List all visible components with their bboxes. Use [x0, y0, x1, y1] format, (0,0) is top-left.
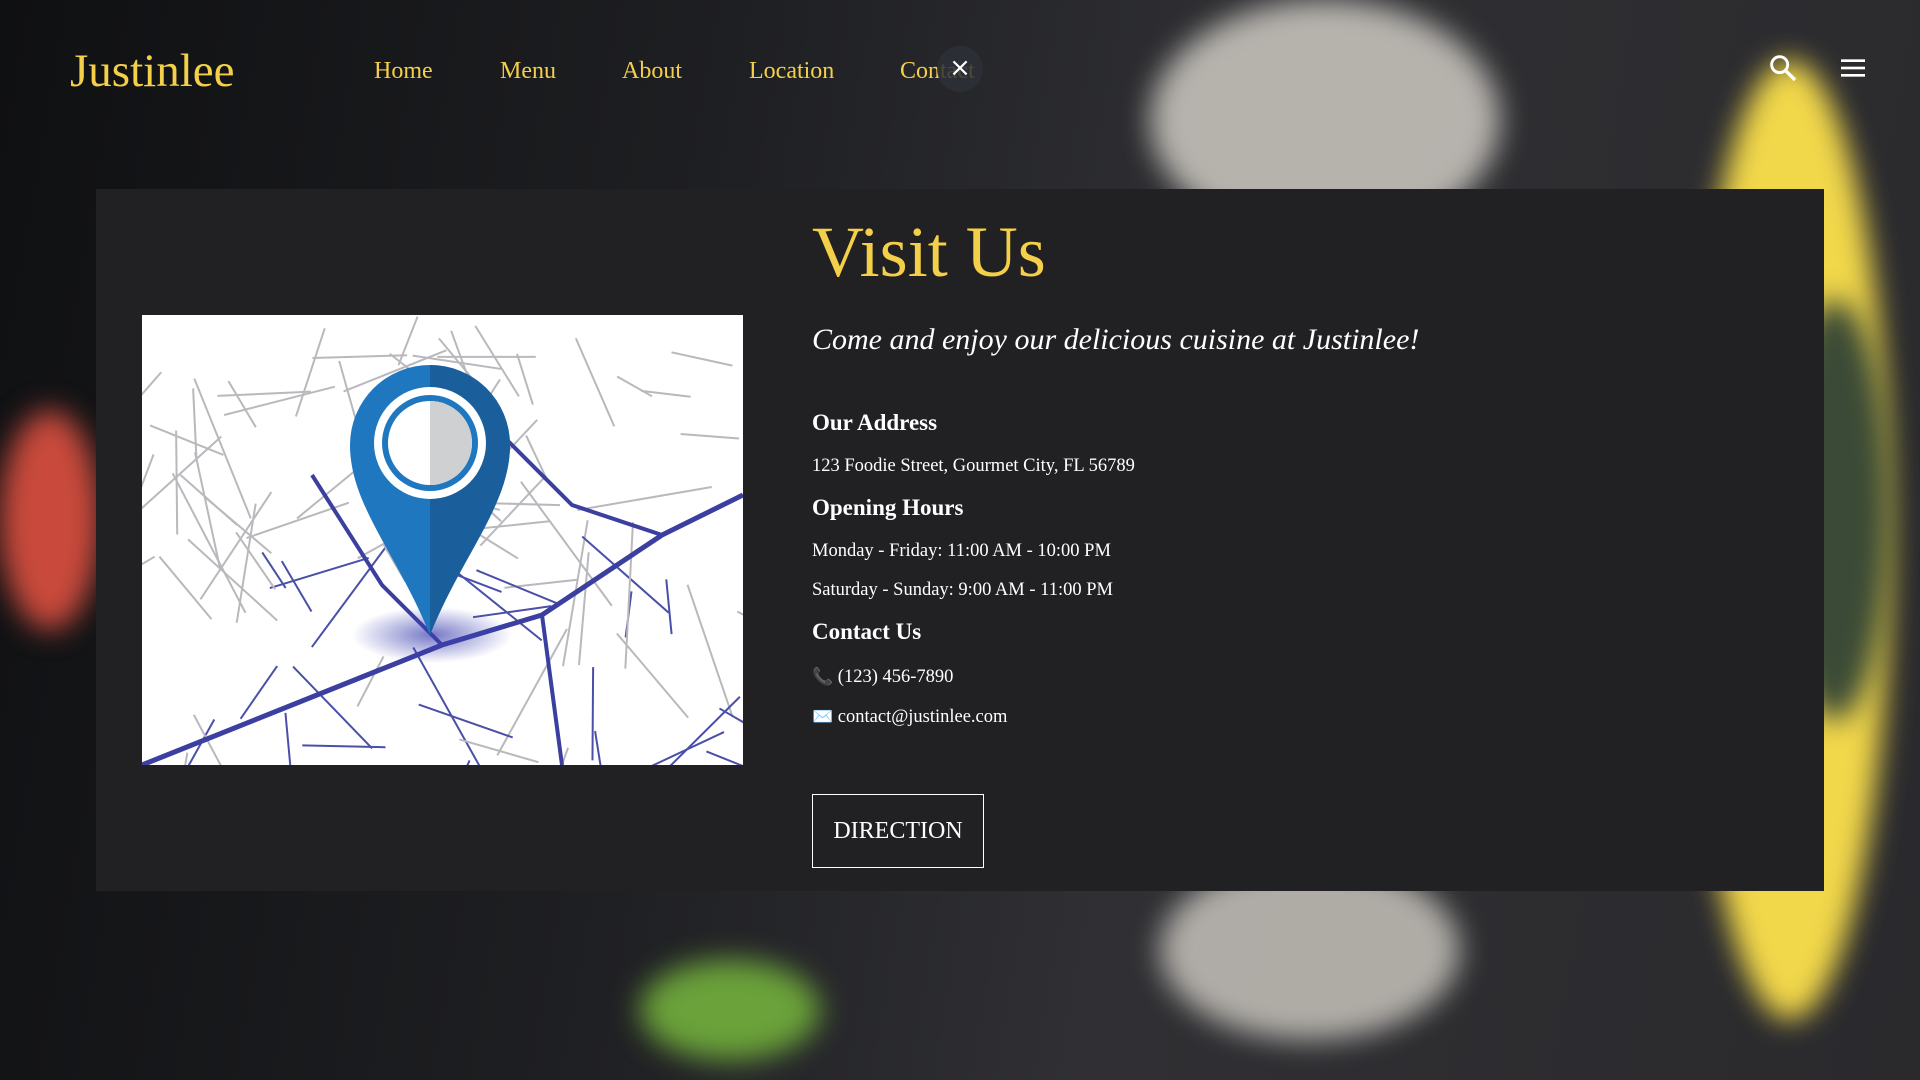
- phone-number[interactable]: (123) 456-7890: [838, 667, 954, 687]
- street-line: [193, 378, 252, 519]
- hours-heading: Opening Hours: [812, 495, 964, 520]
- phone-icon: 📞: [812, 667, 834, 686]
- street-line: [302, 744, 386, 749]
- street-line: [158, 555, 213, 620]
- street-line: [616, 632, 689, 719]
- street-line: [574, 337, 616, 427]
- street-line: [577, 486, 712, 512]
- map-illustration: [142, 315, 743, 765]
- contact-heading: Contact Us: [812, 619, 922, 644]
- street-line: [194, 452, 222, 571]
- nav-home[interactable]: Home: [374, 58, 433, 85]
- street-line: [616, 375, 653, 398]
- street-line: [295, 327, 326, 417]
- street-line: [706, 750, 743, 765]
- street-line: [736, 610, 743, 616]
- street-line: [680, 433, 740, 440]
- address-heading: Our Address: [812, 410, 938, 435]
- visit-us-card: Visit Us Come and enjoy our delicious cu…: [96, 189, 1824, 891]
- header: Justinlee Home Menu About Location Conta…: [0, 0, 1920, 140]
- hamburger-menu-icon[interactable]: [1837, 52, 1869, 84]
- street-line: [187, 719, 216, 765]
- street-line: [516, 353, 534, 405]
- street-line: [192, 388, 198, 459]
- search-icon[interactable]: [1767, 52, 1799, 84]
- street-line: [665, 579, 673, 635]
- street-line: [418, 703, 514, 739]
- street-line: [581, 535, 670, 614]
- address-text: 123 Foodie Street, Gourmet City, FL 5678…: [812, 456, 1135, 476]
- hours-weekend: Saturday - Sunday: 9:00 AM - 11:00 PM: [812, 580, 1113, 600]
- email-icon: ✉️: [812, 707, 834, 726]
- nav-about[interactable]: About: [622, 58, 682, 85]
- street-line: [671, 351, 733, 367]
- direction-button[interactable]: DIRECTION: [812, 794, 984, 868]
- street-line: [142, 454, 155, 488]
- street-line: [466, 760, 471, 765]
- street-line: [356, 656, 385, 707]
- street-line: [149, 424, 224, 456]
- street-line: [397, 316, 419, 366]
- logo[interactable]: Justinlee: [70, 44, 234, 98]
- street-line: [686, 584, 734, 718]
- street-line: [175, 430, 179, 535]
- street-line: [478, 533, 519, 560]
- hours-weekday: Monday - Friday: 11:00 AM - 10:00 PM: [812, 541, 1111, 561]
- street-line: [651, 731, 725, 765]
- page-title: Visit Us: [812, 212, 1046, 292]
- street-line: [525, 435, 549, 481]
- subtitle: Come and enjoy our delicious cuisine at …: [812, 323, 1420, 356]
- street-line: [142, 555, 156, 566]
- bg-tomato-left: [0, 410, 100, 630]
- street-line: [261, 551, 287, 589]
- street-line: [280, 560, 313, 613]
- street-line: [284, 712, 292, 765]
- street-line: [560, 747, 570, 765]
- street-line: [171, 472, 247, 614]
- street-line: [227, 380, 257, 428]
- close-icon[interactable]: ×: [937, 46, 983, 92]
- email-link[interactable]: contact@justinlee.com: [838, 707, 1008, 727]
- street-line: [269, 557, 369, 589]
- nav-menu[interactable]: Menu: [500, 58, 556, 85]
- bg-herb-bottom: [640, 960, 820, 1060]
- street-line: [591, 667, 595, 761]
- street-line: [594, 730, 602, 765]
- nav-location[interactable]: Location: [749, 58, 834, 85]
- street-line: [217, 390, 311, 397]
